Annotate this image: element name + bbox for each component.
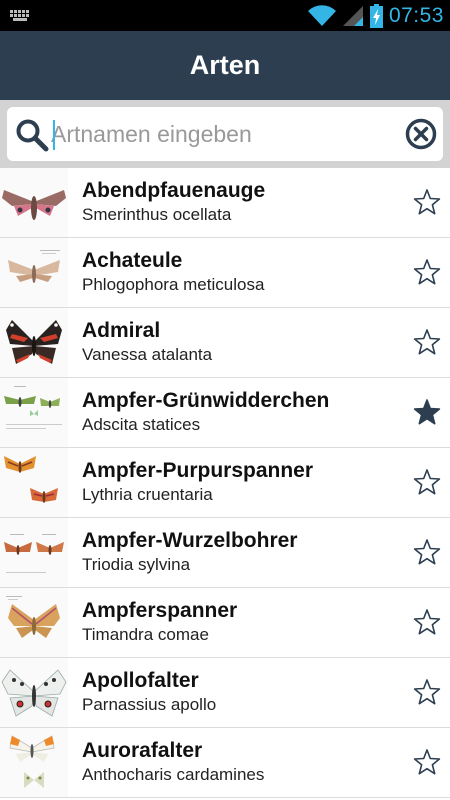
battery-charging-icon xyxy=(369,3,383,28)
species-scientific-name: Phlogophora meticulosa xyxy=(82,275,265,294)
species-row[interactable]: Ampfer-Wurzelbohrer Triodia sylvina xyxy=(0,518,450,588)
species-scientific-name: Triodia sylvina xyxy=(82,555,191,574)
favorite-star-icon[interactable] xyxy=(413,678,441,706)
favorite-star-icon[interactable] xyxy=(413,748,441,776)
species-row[interactable]: Aurorafalter Anthocharis cardamines xyxy=(0,728,450,798)
species-thumbnail xyxy=(0,658,68,727)
favorite-star-icon[interactable] xyxy=(413,188,441,216)
moth-rust-icon xyxy=(4,534,64,573)
species-row[interactable]: Achateule Phlogophora meticulosa xyxy=(0,238,450,308)
species-common-name: Ampferspanner xyxy=(82,599,238,622)
species-thumbnail xyxy=(0,728,68,797)
favorite-star-icon[interactable] xyxy=(413,328,441,356)
text-cursor xyxy=(53,120,55,150)
keyboard-icon xyxy=(10,10,29,21)
species-common-name: Apollofalter xyxy=(82,669,199,692)
species-common-name: Ampfer-Purpurspanner xyxy=(82,459,314,482)
species-row[interactable]: Ampferspanner Timandra comae xyxy=(0,588,450,658)
species-common-name: Abendpfauenauge xyxy=(82,179,266,202)
wifi-icon xyxy=(307,4,336,26)
favorite-star-filled-icon[interactable] xyxy=(413,398,441,426)
species-common-name: Achateule xyxy=(82,249,183,272)
clock: 07:53 xyxy=(388,3,444,27)
species-thumbnail xyxy=(0,168,68,237)
moth-tan-icon xyxy=(8,250,60,283)
clear-search-icon[interactable] xyxy=(405,118,437,150)
species-common-name: Ampfer-Wurzelbohrer xyxy=(82,529,298,552)
search-bar xyxy=(0,100,450,168)
butterfly-red-icon xyxy=(6,320,62,364)
species-scientific-name: Anthocharis cardamines xyxy=(82,765,265,784)
species-thumbnail xyxy=(0,448,68,517)
favorite-star-icon[interactable] xyxy=(413,608,441,636)
signal-icon xyxy=(342,5,363,26)
moth-green-icon xyxy=(4,386,62,429)
species-scientific-name: Vanessa atalanta xyxy=(82,345,213,364)
action-bar: Arten xyxy=(0,31,450,100)
species-scientific-name: Smerinthus ocellata xyxy=(82,205,232,224)
species-thumbnail xyxy=(0,588,68,657)
species-thumbnail xyxy=(0,308,68,377)
species-common-name: Admiral xyxy=(82,319,161,342)
species-list: Abendpfauenauge Smerinthus ocellata Acha… xyxy=(0,168,450,798)
species-row[interactable]: Ampfer-Purpurspanner Lythria cruentaria xyxy=(0,448,450,518)
species-row[interactable]: Abendpfauenauge Smerinthus ocellata xyxy=(0,168,450,238)
species-row[interactable]: Admiral Vanessa atalanta xyxy=(0,308,450,378)
search-input[interactable] xyxy=(51,115,391,153)
species-scientific-name: Timandra comae xyxy=(82,625,209,644)
favorite-star-icon[interactable] xyxy=(413,538,441,566)
species-scientific-name: Adscita statices xyxy=(82,415,201,434)
butterfly-orange-tip-icon xyxy=(9,735,55,788)
species-scientific-name: Lythria cruentaria xyxy=(82,485,213,504)
moth-orange-icon xyxy=(4,456,58,503)
status-bar: 07:53 xyxy=(0,0,450,31)
species-scientific-name: Parnassius apollo xyxy=(82,695,217,714)
moth-ochre-icon xyxy=(6,596,60,638)
search-icon xyxy=(16,119,49,152)
species-thumbnail xyxy=(0,518,68,587)
moth-pink-icon xyxy=(2,190,66,220)
search-box[interactable] xyxy=(7,107,443,161)
favorite-star-icon[interactable] xyxy=(413,468,441,496)
species-common-name: Ampfer-Grünwidderchen xyxy=(82,389,330,412)
species-common-name: Aurorafalter xyxy=(82,739,203,762)
species-thumbnail xyxy=(0,238,68,307)
favorite-star-icon[interactable] xyxy=(413,258,441,286)
page-title: Arten xyxy=(189,50,261,80)
species-row[interactable]: Ampfer-Grünwidderchen Adscita statices xyxy=(0,378,450,448)
butterfly-white-icon xyxy=(1,669,67,717)
species-thumbnail xyxy=(0,378,68,447)
species-row[interactable]: Apollofalter Parnassius apollo xyxy=(0,658,450,728)
